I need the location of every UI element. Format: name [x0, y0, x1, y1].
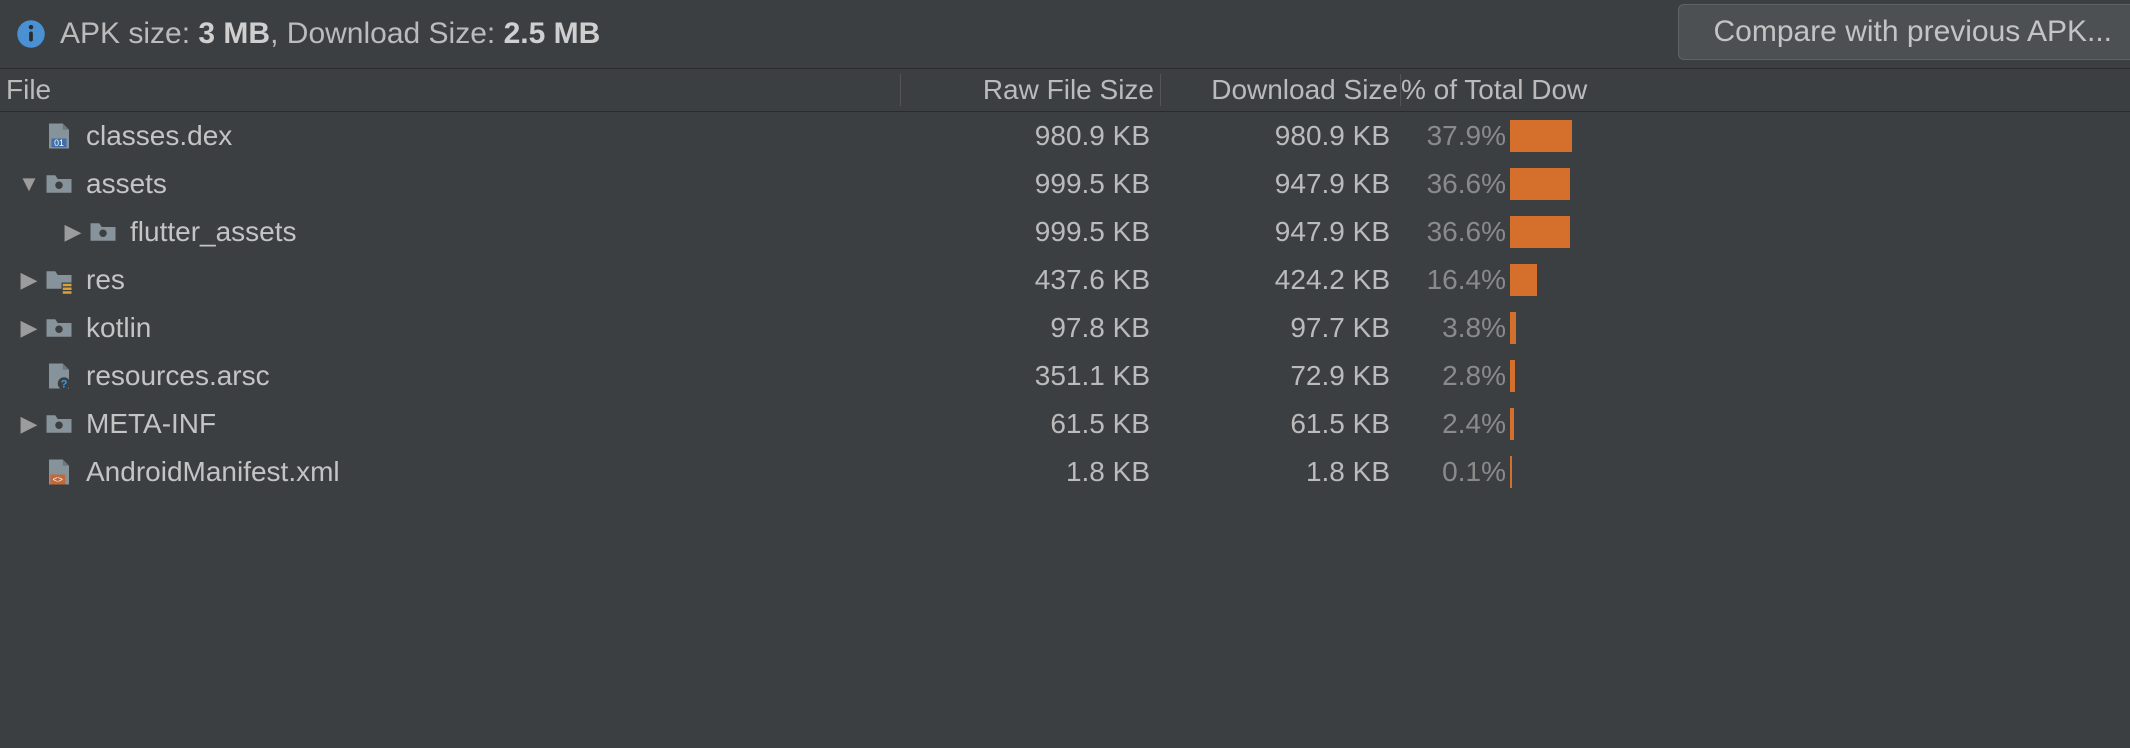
xml-icon: [44, 457, 74, 487]
raw-file-size: 97.8 KB: [900, 312, 1160, 344]
folder-icon: [44, 169, 74, 199]
raw-file-size: 999.5 KB: [900, 216, 1160, 248]
apk-size-value: 3 MB: [198, 17, 270, 50]
raw-file-size: 1.8 KB: [900, 456, 1160, 488]
arsc-icon: [44, 361, 74, 391]
download-size: 61.5 KB: [1160, 408, 1400, 440]
pct-bar: [1510, 212, 2130, 252]
pct-bar-fill: [1510, 312, 1516, 344]
folder-icon: [88, 217, 118, 247]
file-cell: ▼ assets: [0, 168, 900, 200]
table-row[interactable]: ▼ assets 999.5 KB947.9 KB36.6%: [0, 160, 2130, 208]
pct-of-total: 3.8%: [1400, 312, 1510, 344]
folder-icon: [44, 313, 74, 343]
pct-of-total: 0.1%: [1400, 456, 1510, 488]
chevron-right-icon[interactable]: ▶: [14, 315, 44, 341]
info-icon: [16, 19, 46, 49]
pct-bar-fill: [1510, 360, 1515, 392]
file-cell: ▶classes.dex: [0, 120, 900, 152]
folder-icon: [44, 409, 74, 439]
table-row[interactable]: ▶AndroidManifest.xml1.8 KB1.8 KB0.1%: [0, 448, 2130, 496]
file-table-body: ▶classes.dex980.9 KB980.9 KB37.9%▼assets…: [0, 112, 2130, 496]
table-row[interactable]: ▶ flutter_assets 999.5 KB947.9 KB36.6%: [0, 208, 2130, 256]
pct-of-total: 37.9%: [1400, 120, 1510, 152]
download-size: 1.8 KB: [1160, 456, 1400, 488]
pct-bar: [1510, 452, 2130, 492]
file-cell: ▶ META-INF: [0, 408, 900, 440]
download-size: 980.9 KB: [1160, 120, 1400, 152]
pct-bar-fill: [1510, 120, 1572, 152]
pct-bar: [1510, 164, 2130, 204]
raw-file-size: 351.1 KB: [900, 360, 1160, 392]
table-row[interactable]: ▶ kotlin 97.8 KB97.7 KB3.8%: [0, 304, 2130, 352]
pct-bar: [1510, 404, 2130, 444]
table-row[interactable]: ▶resources.arsc351.1 KB72.9 KB2.8%: [0, 352, 2130, 400]
chevron-right-icon[interactable]: ▶: [14, 411, 44, 437]
file-cell: ▶AndroidManifest.xml: [0, 456, 900, 488]
pct-of-total: 2.4%: [1400, 408, 1510, 440]
file-name: classes.dex: [86, 120, 232, 152]
pct-bar: [1510, 116, 2130, 156]
file-name: META-INF: [86, 408, 216, 440]
file-name: res: [86, 264, 125, 296]
file-name: flutter_assets: [130, 216, 297, 248]
table-row[interactable]: ▶META-INF61.5 KB61.5 KB2.4%: [0, 400, 2130, 448]
download-size-value: 2.5 MB: [504, 17, 601, 50]
column-header-file[interactable]: File: [0, 74, 900, 106]
resfolder-icon: [44, 265, 74, 295]
chevron-right-icon[interactable]: ▶: [58, 219, 88, 245]
apk-size-info: APK size: 3 MB, Download Size: 2.5 MB: [60, 17, 600, 51]
file-cell: ▶ res: [0, 264, 900, 296]
table-row[interactable]: ▶classes.dex980.9 KB980.9 KB37.9%: [0, 112, 2130, 160]
column-header-pct-of-total[interactable]: % of Total Dow: [1400, 74, 2130, 106]
pct-bar: [1510, 260, 2130, 300]
download-size-label: Download Size:: [287, 17, 495, 50]
file-name: assets: [86, 168, 167, 200]
download-size: 947.9 KB: [1160, 168, 1400, 200]
apk-info-bar: APK size: 3 MB, Download Size: 2.5 MB Co…: [0, 0, 2130, 68]
download-size: 72.9 KB: [1160, 360, 1400, 392]
pct-bar-fill: [1510, 264, 1537, 296]
pct-of-total: 16.4%: [1400, 264, 1510, 296]
apk-size-label: APK size:: [60, 17, 190, 50]
compare-with-previous-apk-button[interactable]: Compare with previous APK...: [1678, 4, 2130, 60]
file-name: resources.arsc: [86, 360, 270, 392]
pct-bar-fill: [1510, 408, 1514, 440]
column-header-download-size[interactable]: Download Size: [1160, 74, 1400, 106]
file-cell: ▶resources.arsc: [0, 360, 900, 392]
pct-bar-fill: [1510, 168, 1570, 200]
raw-file-size: 437.6 KB: [900, 264, 1160, 296]
column-header-raw-file-size[interactable]: Raw File Size: [900, 74, 1160, 106]
pct-of-total: 36.6%: [1400, 216, 1510, 248]
pct-bar: [1510, 308, 2130, 348]
pct-bar-fill: [1510, 216, 1570, 248]
raw-file-size: 999.5 KB: [900, 168, 1160, 200]
raw-file-size: 61.5 KB: [900, 408, 1160, 440]
pct-of-total: 2.8%: [1400, 360, 1510, 392]
file-name: kotlin: [86, 312, 151, 344]
dex-icon: [44, 121, 74, 151]
file-cell: ▶ kotlin: [0, 312, 900, 344]
download-size: 97.7 KB: [1160, 312, 1400, 344]
pct-bar: [1510, 356, 2130, 396]
chevron-right-icon[interactable]: ▶: [14, 267, 44, 293]
pct-bar-fill: [1510, 456, 1512, 488]
pct-of-total: 36.6%: [1400, 168, 1510, 200]
download-size: 424.2 KB: [1160, 264, 1400, 296]
file-cell: ▶ flutter_assets: [0, 216, 900, 248]
chevron-down-icon[interactable]: ▼: [14, 171, 44, 197]
download-size: 947.9 KB: [1160, 216, 1400, 248]
table-row[interactable]: ▶ res 437.6 KB424.2 KB16.4%: [0, 256, 2130, 304]
raw-file-size: 980.9 KB: [900, 120, 1160, 152]
table-header: File Raw File Size Download Size % of To…: [0, 68, 2130, 112]
file-name: AndroidManifest.xml: [86, 456, 340, 488]
